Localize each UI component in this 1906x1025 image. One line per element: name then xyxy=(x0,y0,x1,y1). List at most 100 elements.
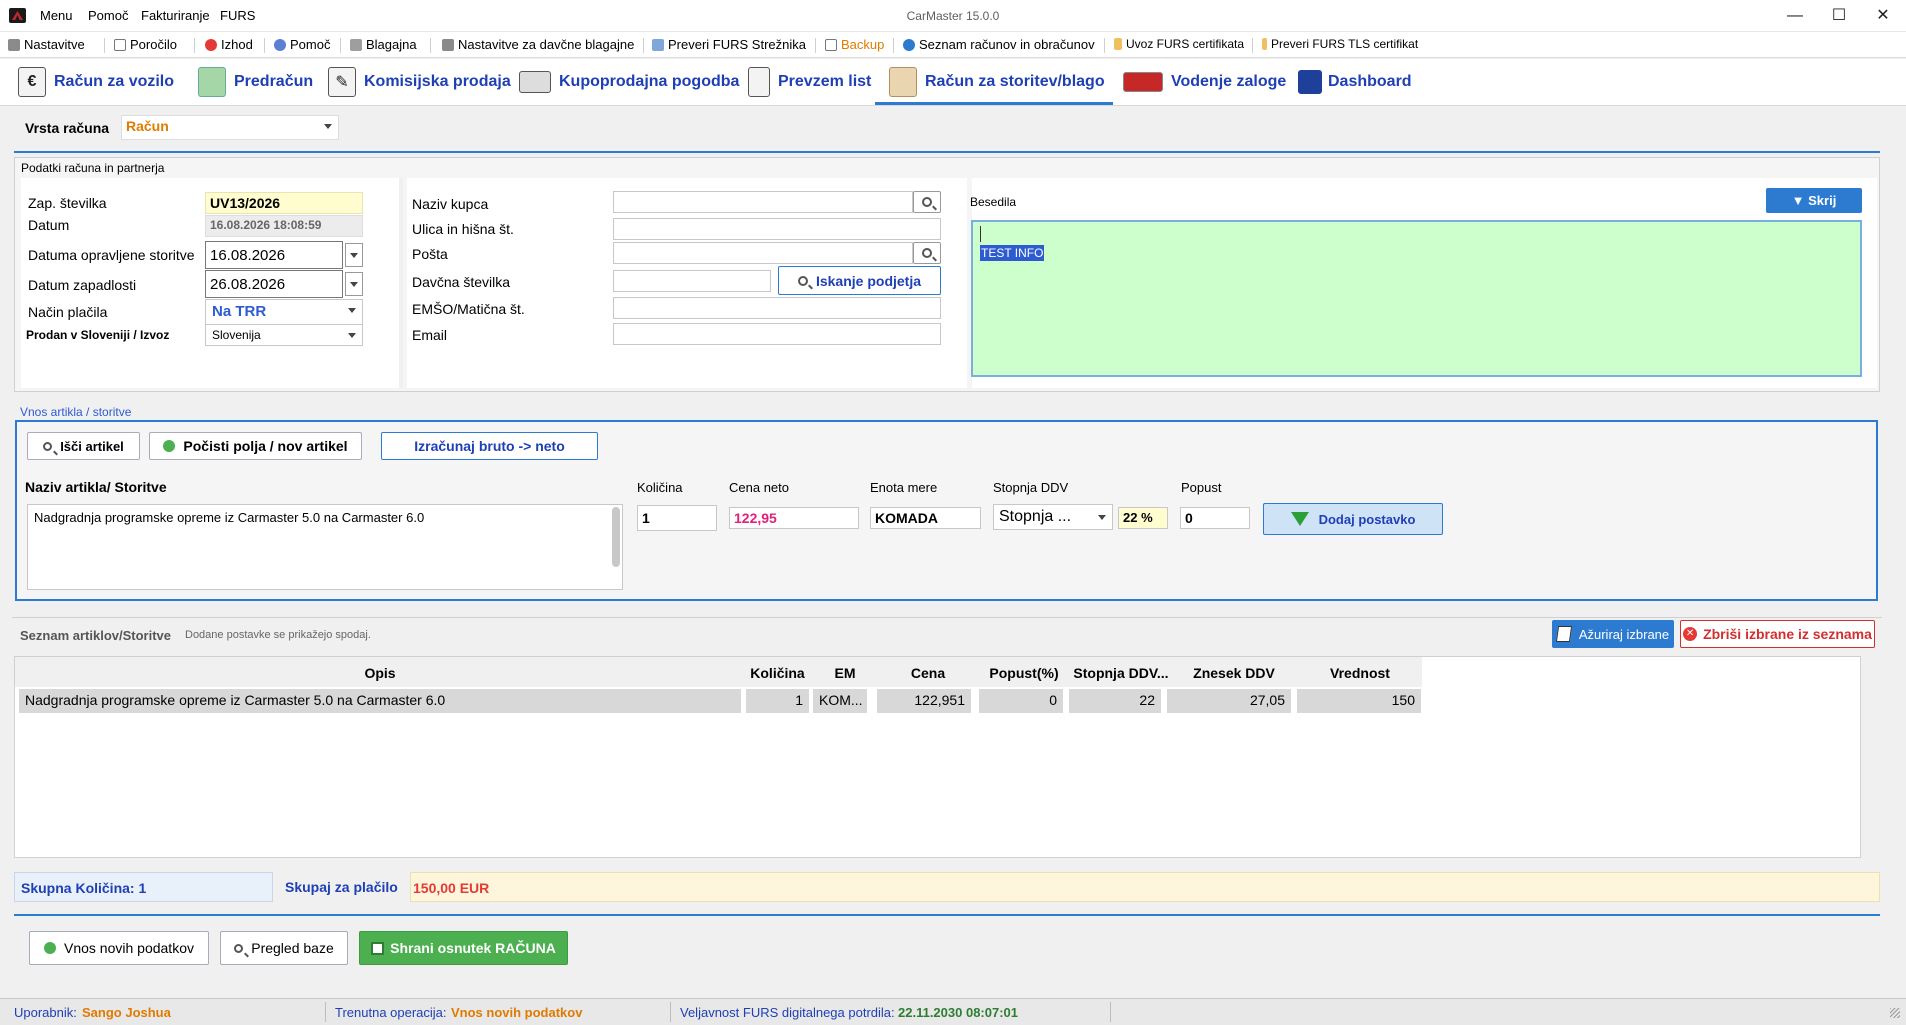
clipboard-icon xyxy=(748,67,770,97)
toolbar-backup[interactable]: Backup xyxy=(825,37,884,52)
shrani-osnutek-button[interactable]: Shrani osnutek RAČUNA xyxy=(359,931,568,965)
davcna-input[interactable] xyxy=(613,270,771,292)
zbrisi-izbrane-button[interactable]: ✕ Zbriši izbrane iz seznama xyxy=(1680,620,1875,648)
table-row[interactable]: Nadgradnja programske opreme iz Carmaste… xyxy=(19,689,1422,713)
minimize-button[interactable]: — xyxy=(1773,3,1817,29)
tab-dashboard[interactable]: Dashboard xyxy=(1298,59,1412,105)
opravljene-calendar-button[interactable] xyxy=(345,243,363,267)
zap-field[interactable]: UV13/2026 xyxy=(205,192,363,214)
package-icon xyxy=(889,67,917,97)
besedila-textarea[interactable]: TEST INFO xyxy=(971,220,1862,377)
col-kolicina[interactable]: Količina xyxy=(746,665,809,681)
toolbar-preveri-furs[interactable]: Preveri FURS Strežnika xyxy=(652,37,806,52)
col-stopnja-ddv[interactable]: Stopnja DDV... xyxy=(1073,665,1169,681)
email-input[interactable] xyxy=(613,323,941,345)
naziv-kupca-input[interactable] xyxy=(613,191,913,213)
search-icon xyxy=(922,197,932,207)
emso-input[interactable] xyxy=(613,297,941,319)
cert-label: Veljavnost FURS digitalnega potrdila: xyxy=(680,1005,895,1020)
partner-section-title: Podatki računa in partnerja xyxy=(21,161,165,175)
toolbar-seznam-racunov[interactable]: Seznam računov in obračunov xyxy=(903,37,1095,52)
toolbar-izhod[interactable]: Izhod xyxy=(205,37,253,52)
naziv-kupca-search-button[interactable] xyxy=(913,191,941,213)
pregled-baze-button[interactable]: Pregled baze xyxy=(220,931,348,965)
kolicina-input[interactable]: 1 xyxy=(637,505,717,531)
cash-icon xyxy=(198,67,226,97)
tab-vodenje-zaloge[interactable]: Vodenje zaloge xyxy=(1123,59,1286,105)
iskanje-podjetja-button[interactable]: Iskanje podjetja xyxy=(778,266,941,295)
enota-mere-input[interactable]: KOMADA xyxy=(870,507,981,529)
toolbar-nastavitve-blagajne[interactable]: Nastavitve za davčne blagajne xyxy=(442,37,634,52)
divider xyxy=(14,151,1880,153)
tab-racun-za-storitev[interactable]: Račun za storitev/blago xyxy=(889,59,1105,105)
edit-icon xyxy=(1555,626,1572,642)
col-em[interactable]: EM xyxy=(813,665,877,681)
toolbar-preveri-tls[interactable]: Preveri FURS TLS certifikat xyxy=(1262,37,1418,51)
azuriraj-izbrane-button[interactable]: Ažuriraj izbrane xyxy=(1552,620,1674,648)
cell-cena: 122,951 xyxy=(877,689,971,713)
dodaj-postavko-button[interactable]: Dodaj postavko xyxy=(1263,503,1443,535)
zapadlosti-date-field[interactable]: 26.08.2026 xyxy=(205,270,343,298)
posta-label: Pošta xyxy=(412,246,448,262)
posta-input[interactable] xyxy=(613,242,913,264)
list-title: Seznam artiklov/Storitve xyxy=(20,628,171,643)
window-title: CarMaster 15.0.0 xyxy=(906,9,1000,23)
tab-predracun[interactable]: Predračun xyxy=(198,59,313,105)
izracunaj-bruto-neto-button[interactable]: Izračunaj bruto -> neto xyxy=(381,432,598,460)
emso-label: EMŠO/Matična št. xyxy=(412,301,525,317)
cena-neto-input[interactable]: 122,95 xyxy=(729,507,859,529)
vnos-novih-podatkov-button[interactable]: Vnos novih podatkov xyxy=(29,931,209,965)
ulica-input[interactable] xyxy=(613,218,941,240)
tab-kupoprodajna-pogodba[interactable]: Kupoprodajna pogodba xyxy=(519,59,739,105)
chevron-down-icon xyxy=(348,308,356,313)
besedila-label: Besedila xyxy=(970,195,1017,209)
divider xyxy=(14,914,1880,916)
cell-opis: Nadgradnja programske opreme iz Carmaste… xyxy=(19,689,741,713)
pocisti-polja-button[interactable]: Počisti polja / nov artikel xyxy=(149,432,362,460)
text-cursor xyxy=(980,226,981,242)
opravljene-date-field[interactable]: 16.08.2026 xyxy=(205,241,343,269)
wrench-icon xyxy=(8,39,20,51)
tab-komisijska-prodaja[interactable]: ✎ Komisijska prodaja xyxy=(328,59,511,105)
toolbar-uvoz-furs[interactable]: Uvoz FURS certifikata xyxy=(1114,37,1244,51)
search-icon xyxy=(234,943,244,953)
col-vrednost[interactable]: Vrednost xyxy=(1299,665,1421,681)
besedila-text: TEST INFO xyxy=(980,245,1045,261)
toolbar-porocilo[interactable]: Poročilo xyxy=(114,37,177,52)
popust-input[interactable]: 0 xyxy=(1180,507,1250,529)
status-bar: Uporabnik: Sango Joshua Trenutna operaci… xyxy=(0,998,1906,1025)
stopnja-ddv-select[interactable]: Stopnja ... xyxy=(993,504,1113,530)
naziv-artikla-text: Nadgradnja programske opreme iz Carmaste… xyxy=(34,510,425,525)
prodan-label: Prodan v Sloveniji / Izvoz xyxy=(26,328,170,342)
maximize-button[interactable]: ☐ xyxy=(1817,3,1861,29)
invoice-type-select[interactable]: Račun xyxy=(121,115,339,140)
search-icon xyxy=(43,441,53,451)
isci-artikel-button[interactable]: Išči artikel xyxy=(27,432,140,460)
col-opis[interactable]: Opis xyxy=(19,665,741,681)
prodan-select[interactable]: Slovenija xyxy=(205,324,363,346)
nacin-placila-select[interactable]: Na TRR xyxy=(205,299,363,325)
resize-grip-icon[interactable] xyxy=(1890,1008,1900,1018)
certificate-icon xyxy=(1114,38,1122,50)
scrollbar[interactable] xyxy=(612,507,620,567)
zapadlosti-calendar-button[interactable] xyxy=(345,272,363,296)
posta-search-button[interactable] xyxy=(913,242,941,264)
toolbar-blagajna[interactable]: Blagajna xyxy=(350,37,417,52)
col-cena[interactable]: Cena xyxy=(881,665,975,681)
col-znesek-ddv[interactable]: Znesek DDV xyxy=(1173,665,1295,681)
tab-prevzem-list[interactable]: Prevzem list xyxy=(748,59,871,105)
tab-racun-za-vozilo[interactable]: € Račun za vozilo xyxy=(18,59,174,105)
close-button[interactable]: ✕ xyxy=(1861,3,1905,29)
naziv-artikla-label: Naziv artikla/ Storitve xyxy=(25,479,167,495)
title-bar: Menu Pomoč Fakturiranje FURS CarMaster 1… xyxy=(0,0,1906,32)
cell-kolicina: 1 xyxy=(746,689,809,713)
list-hint: Dodane postavke se prikažejo spodaj. xyxy=(185,629,371,641)
enota-mere-label: Enota mere xyxy=(870,480,938,495)
skrij-button[interactable]: ▼ Skrij xyxy=(1766,188,1862,213)
naziv-artikla-textarea[interactable]: Nadgradnja programske opreme iz Carmaste… xyxy=(27,504,623,590)
skupaj-za-placilo-value: 150,00 EUR xyxy=(410,872,1880,902)
col-popust[interactable]: Popust(%) xyxy=(979,665,1069,681)
email-label: Email xyxy=(412,327,448,343)
toolbar-pomoc[interactable]: Pomoč xyxy=(274,37,330,52)
toolbar-nastavitve[interactable]: Nastavitve xyxy=(8,37,85,52)
